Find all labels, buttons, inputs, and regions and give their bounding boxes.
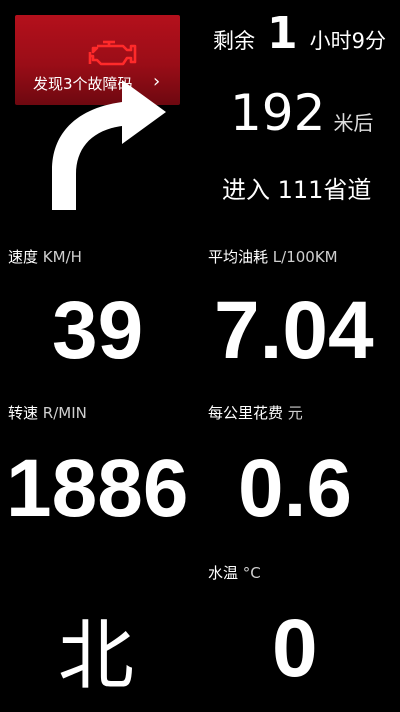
remaining-hours: 1 <box>267 8 298 59</box>
fuel-consumption-label: 平均油耗 L/100KM <box>208 246 338 267</box>
fuel-unit: L/100KM <box>272 248 338 266</box>
water-temp-label: 水温 °C <box>208 562 261 583</box>
next-turn-distance: 192 米后 <box>230 88 373 138</box>
remaining-rest: 小时9分 <box>309 29 386 53</box>
rpm-label-text: 转速 <box>8 404 39 422</box>
cost-per-km-label: 每公里花费 元 <box>208 402 303 423</box>
speed-label-text: 速度 <box>8 248 39 266</box>
speed-unit: KM/H <box>42 248 82 266</box>
temp-label-text: 水温 <box>208 564 239 582</box>
cost-unit: 元 <box>287 404 303 422</box>
rpm-unit: R/MIN <box>42 404 87 422</box>
turn-right-arrow-icon <box>52 80 166 210</box>
cost-per-km-value: 0.6 <box>238 443 352 534</box>
speed-label: 速度 KM/H <box>8 246 82 267</box>
distance-value: 192 <box>230 84 326 142</box>
rpm-value: 1886 <box>6 443 189 534</box>
speed-value: 39 <box>52 285 144 376</box>
fuel-label-text: 平均油耗 <box>208 248 269 266</box>
road-name: 进入 111省道 <box>222 176 372 204</box>
compass-direction: 北 <box>58 611 134 700</box>
cost-label-text: 每公里花费 <box>208 404 284 422</box>
fuel-consumption-value: 7.04 <box>214 285 374 376</box>
temp-unit: °C <box>242 564 261 582</box>
remaining-time: 剩余 1 小时9分 <box>213 12 386 56</box>
remaining-prefix: 剩余 <box>213 29 255 53</box>
rpm-label: 转速 R/MIN <box>8 402 87 423</box>
water-temp-value: 0 <box>272 603 318 694</box>
distance-unit: 米后 <box>333 111 374 135</box>
